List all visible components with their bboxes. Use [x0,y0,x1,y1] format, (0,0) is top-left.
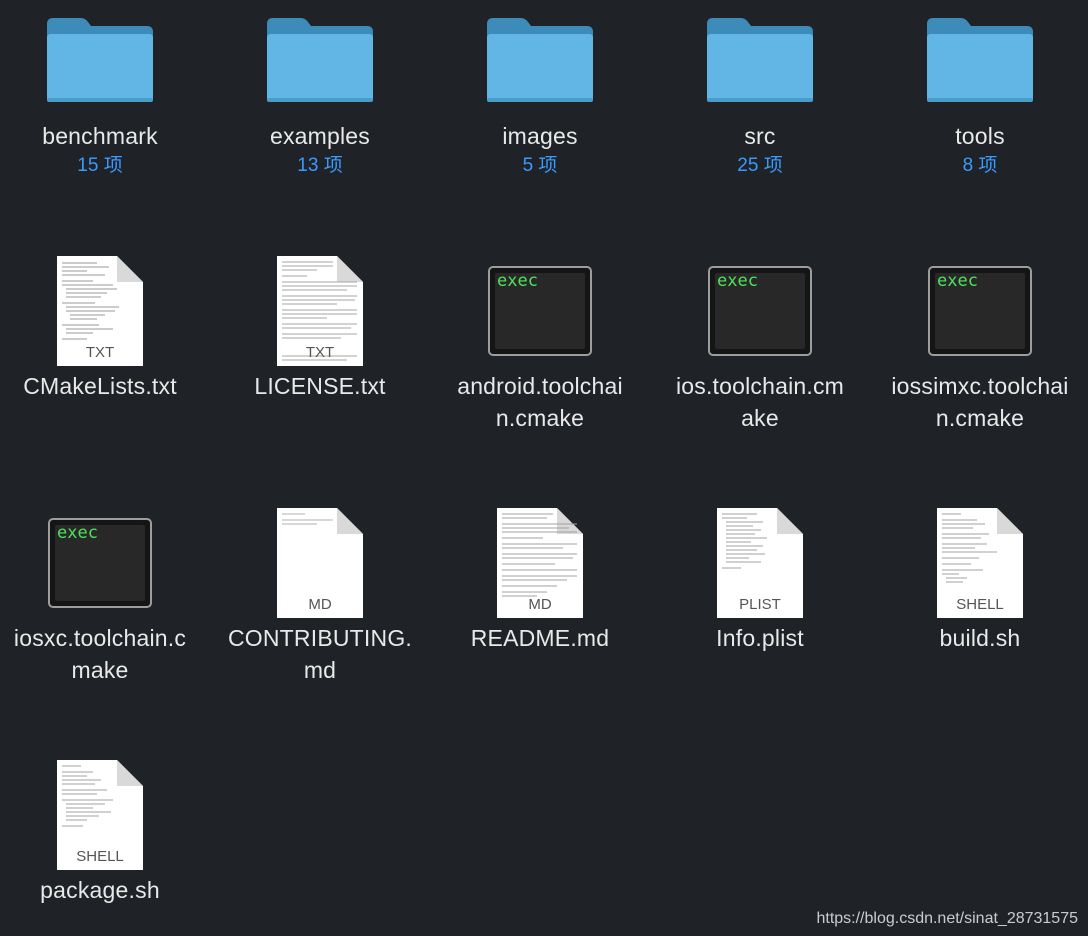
folder-icon [487,18,593,102]
file-readme[interactable]: MD README.md [440,502,640,654]
file-iossimxc-toolchain[interactable]: exec iossimxc.toolchai n.cmake [880,250,1080,434]
folder-icon [47,18,153,102]
folder-icon [267,18,373,102]
file-icon-box: exec [440,250,640,370]
file-contributing[interactable]: MD CONTRIBUTING. md [220,502,420,686]
file-name-line1: CONTRIBUTING. [227,625,413,651]
folder-icon-box [440,0,640,120]
folder-item-count: 5 项 [522,155,558,176]
exec-icon: exec [488,266,592,356]
file-iosxc-toolchain[interactable]: exec iosxc.toolchain.c make [0,502,200,686]
exec-label: exec [937,271,978,291]
file-type-label: TXT [85,344,115,361]
file-type-label: TXT [305,344,335,361]
folder-src[interactable]: src 25 项 [660,0,860,178]
folder-icon-box [880,0,1080,120]
folder-name: benchmark [42,123,158,149]
folder-tools[interactable]: tools 8 项 [880,0,1080,178]
folder-icon-box [220,0,420,120]
folder-icon [927,18,1033,102]
exec-label: exec [717,271,758,291]
watermark-url: https://blog.csdn.net/sinat_28731575 [816,910,1078,927]
folder-icon-box [0,0,200,120]
finder-icon-grid: benchmark 15 项 examples 13 项 images 5 项 [0,0,1088,936]
file-icon-box: TXT [0,250,200,370]
file-name: LICENSE.txt [254,373,386,399]
file-name-line1: android.toolchai [457,373,623,399]
folder-images[interactable]: images 5 项 [440,0,640,178]
file-android-toolchain[interactable]: exec android.toolchai n.cmake [440,250,640,434]
file-name-line2: md [303,657,337,683]
file-icon-box: SHELL [0,754,200,874]
folder-icon [707,18,813,102]
folder-item-count: 13 项 [297,155,343,176]
file-name-line2: make [71,657,129,683]
folder-name: tools [955,123,1005,149]
file-package-sh[interactable]: SHELL package.sh [0,754,200,906]
file-type-label: SHELL [76,848,124,865]
file-name-line2: ake [741,405,779,431]
file-icon-box: exec [660,250,860,370]
file-type-label: SHELL [956,596,1004,613]
exec-label: exec [497,271,538,291]
folder-name: images [502,123,578,149]
file-name: package.sh [40,877,160,903]
file-type-label: PLIST [739,596,781,613]
file-ios-toolchain[interactable]: exec ios.toolchain.cm ake [660,250,860,434]
file-info-plist[interactable]: PLIST Info.plist [660,502,860,654]
file-name-line1: ios.toolchain.cm [675,373,845,399]
file-icon-box: exec [880,250,1080,370]
file-icon-box: TXT [220,250,420,370]
file-name: Info.plist [716,625,804,651]
file-name-line2: n.cmake [935,405,1025,431]
file-name: build.sh [939,625,1021,651]
file-icon-box: MD [440,502,640,622]
exec-label: exec [57,523,98,543]
folder-examples[interactable]: examples 13 项 [220,0,420,178]
file-icon-box: PLIST [660,502,860,622]
folder-item-count: 8 项 [962,155,998,176]
file-build-sh[interactable]: SHELL build.sh [880,502,1080,654]
file-name-line1: iosxc.toolchain.c [13,625,187,651]
file-type-label: MD [308,596,332,613]
file-cmakelists[interactable]: TXT CMakeLists.txt [0,250,200,402]
exec-icon: exec [48,518,152,608]
folder-item-count: 25 项 [737,155,783,176]
exec-icon: exec [928,266,1032,356]
file-icon-box: MD [220,502,420,622]
folder-name: src [744,123,776,149]
file-icon-box: SHELL [880,502,1080,622]
folder-benchmark[interactable]: benchmark 15 项 [0,0,200,178]
file-name: README.md [470,625,610,651]
folder-icon-box [660,0,860,120]
file-name-line1: iossimxc.toolchai [891,373,1069,399]
file-icon-box: exec [0,502,200,622]
folder-name: examples [269,123,371,149]
file-type-label: MD [528,596,552,613]
file-name: CMakeLists.txt [23,373,177,399]
file-name-line2: n.cmake [495,405,585,431]
file-license[interactable]: TXT LICENSE.txt [220,250,420,402]
folder-item-count: 15 项 [77,155,123,176]
exec-icon: exec [708,266,812,356]
